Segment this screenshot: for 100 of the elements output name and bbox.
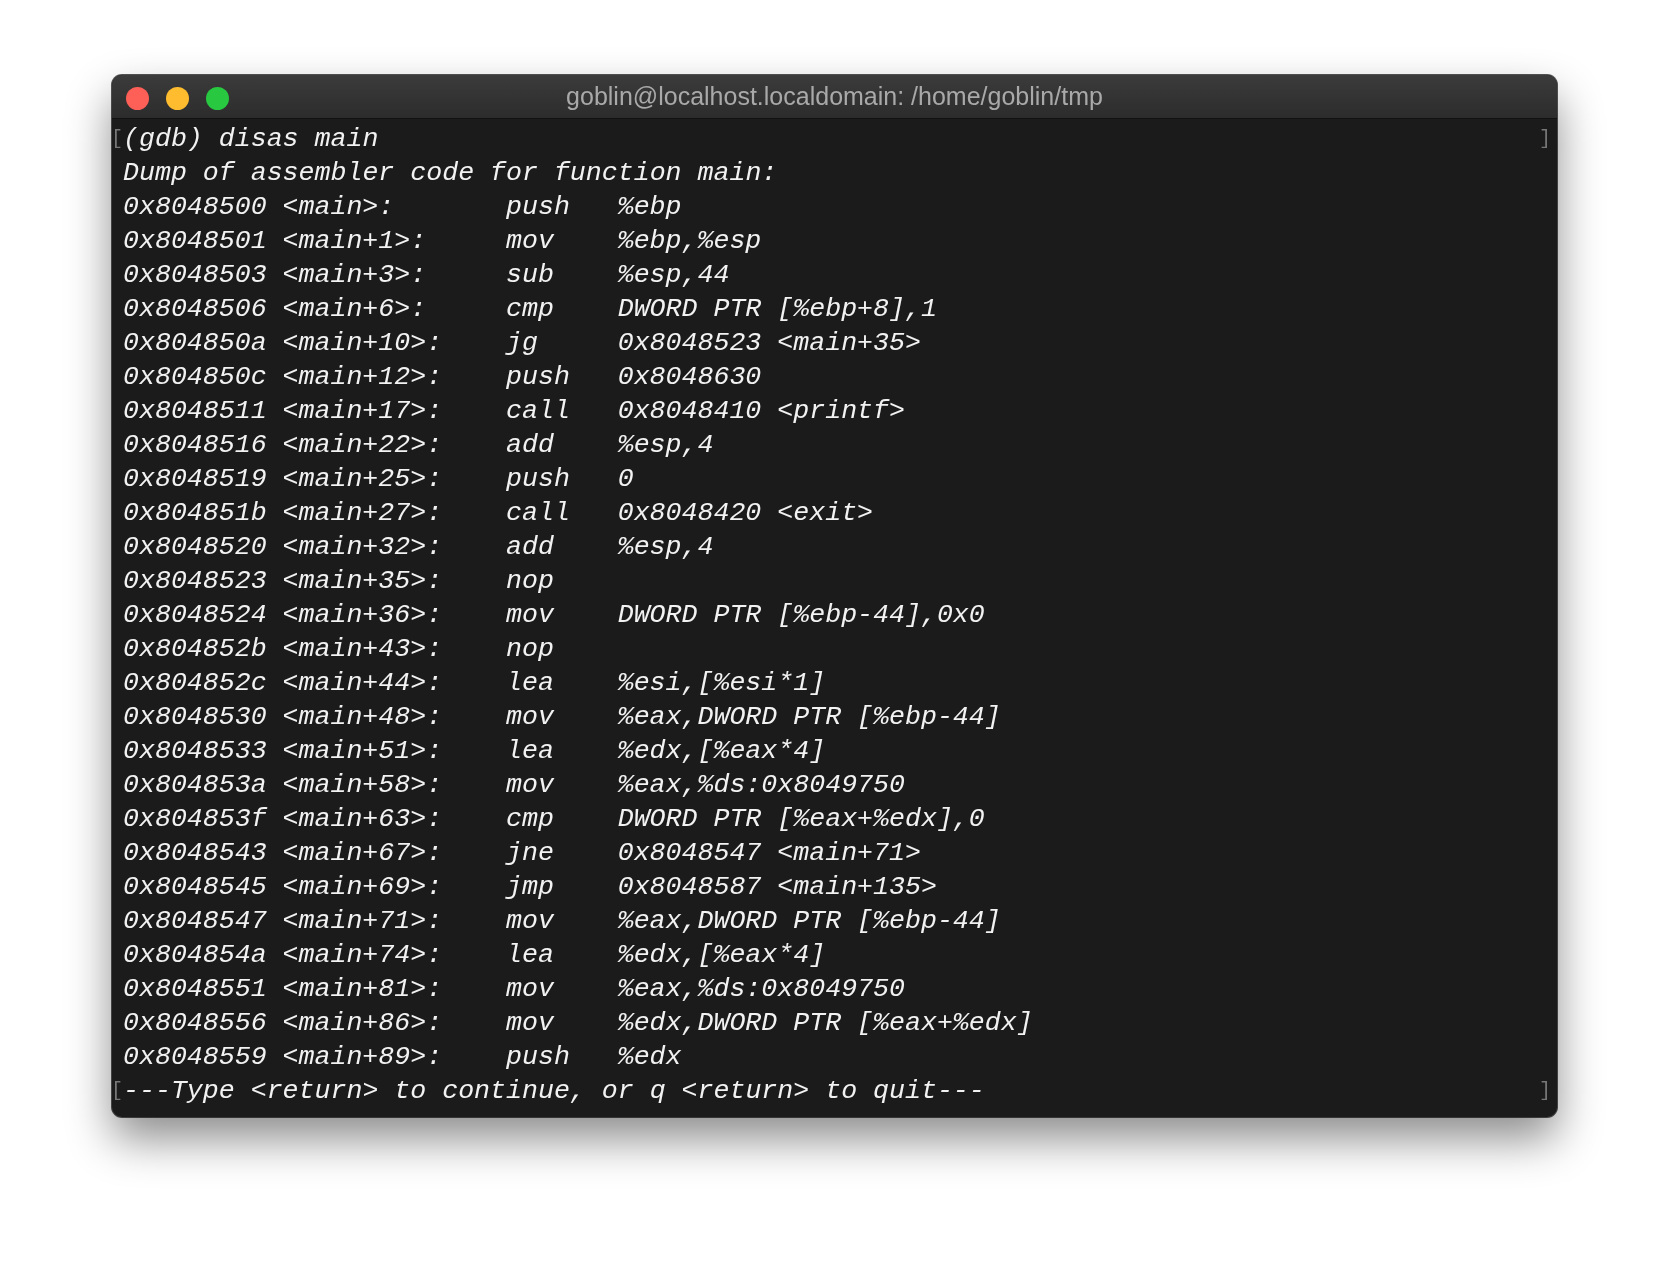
instruction-mnemonic: nop	[506, 634, 554, 664]
address: 0x8048523	[123, 566, 267, 596]
instruction-operands: %eax,DWORD PTR [%ebp-44]	[617, 701, 1001, 734]
instruction-mnemonic: mov	[506, 770, 554, 800]
bracket-mark: [	[112, 1078, 123, 1104]
symbol-label: <main+63>:	[282, 804, 443, 834]
address: 0x804852c	[123, 668, 267, 698]
address: 0x8048551	[123, 974, 267, 1004]
address: 0x8048530	[123, 702, 267, 732]
instruction-mnemonic: mov	[506, 702, 554, 732]
instruction-operands: 0x8048410 <printf>	[617, 395, 905, 428]
instruction-mnemonic: sub	[506, 260, 554, 290]
instruction-mnemonic: mov	[506, 1008, 554, 1038]
instruction-mnemonic: mov	[506, 600, 554, 630]
address: 0x8048556	[123, 1008, 267, 1038]
instruction-operands: %edx,[%eax*4]	[617, 939, 826, 972]
address: 0x8048506	[123, 294, 267, 324]
address: 0x8048533	[123, 736, 267, 766]
instruction-mnemonic: cmp	[506, 294, 554, 324]
instruction-mnemonic: push	[506, 192, 570, 222]
symbol-label: <main+17>:	[282, 396, 443, 426]
instruction-operands: %eax,%ds:0x8049750	[617, 973, 905, 1006]
symbol-label: <main+1>:	[282, 226, 427, 256]
symbol-label: <main+48>:	[282, 702, 443, 732]
window-title: goblin@localhost.localdomain: /home/goblin/tmp	[566, 80, 1103, 112]
instruction-mnemonic: add	[506, 430, 554, 460]
maximize-button[interactable]	[206, 87, 229, 110]
address: 0x8048543	[123, 838, 267, 868]
symbol-label: <main+67>:	[282, 838, 443, 868]
instruction-operands: %edx,DWORD PTR [%eax+%edx]	[617, 1007, 1033, 1040]
instruction-operands: %edx	[617, 1041, 682, 1074]
symbol-label: <main+22>:	[282, 430, 443, 460]
address: 0x8048503	[123, 260, 267, 290]
instruction-operands: 0x8048420 <exit>	[617, 497, 874, 530]
instruction-mnemonic: mov	[506, 974, 554, 1004]
symbol-label: <main+71>:	[282, 906, 443, 936]
terminal-line: Dump of assembler code for function main:	[123, 157, 778, 190]
instruction-operands: 0x8048587 <main+135>	[617, 871, 937, 904]
instruction-operands: DWORD PTR [%eax+%edx],0	[617, 803, 985, 836]
close-button[interactable]	[126, 87, 149, 110]
instruction-mnemonic: call	[506, 498, 570, 528]
instruction-mnemonic: jg	[506, 328, 538, 358]
symbol-label: <main+81>:	[282, 974, 443, 1004]
address: 0x8048500	[123, 192, 267, 222]
bracket-mark: ]	[1539, 1078, 1551, 1104]
address: 0x804853a	[123, 770, 267, 800]
symbol-label: <main+32>:	[282, 532, 443, 562]
instruction-mnemonic: add	[506, 532, 554, 562]
instruction-operands: %esp,44	[617, 259, 730, 292]
symbol-label: <main+36>:	[282, 600, 443, 630]
address: 0x8048524	[123, 600, 267, 630]
address: 0x804850a	[123, 328, 267, 358]
instruction-mnemonic: push	[506, 464, 570, 494]
symbol-label: <main+86>:	[282, 1008, 443, 1038]
symbol-label: <main+3>:	[282, 260, 427, 290]
instruction-mnemonic: jmp	[506, 872, 554, 902]
terminal-line: ---Type <return> to continue, or q <return> to quit---	[123, 1075, 985, 1108]
instruction-mnemonic: lea	[506, 668, 554, 698]
address: 0x8048545	[123, 872, 267, 902]
symbol-label: <main+74>:	[282, 940, 443, 970]
symbol-label: <main+35>:	[282, 566, 443, 596]
instruction-operands: %eax,%ds:0x8049750	[617, 769, 905, 802]
symbol-label: <main+25>:	[282, 464, 443, 494]
symbol-label: <main+51>:	[282, 736, 443, 766]
symbol-label: <main>:	[282, 192, 395, 222]
address: 0x8048520	[123, 532, 267, 562]
instruction-mnemonic: nop	[506, 566, 554, 596]
instruction-mnemonic: push	[506, 362, 570, 392]
address: 0x804852b	[123, 634, 267, 664]
instruction-operands: %esp,4	[617, 429, 714, 462]
address: 0x804854a	[123, 940, 267, 970]
instruction-operands: %ebp	[617, 191, 682, 224]
instruction-operands: %edx,[%eax*4]	[617, 735, 826, 768]
instruction-operands: %esi,[%esi*1]	[617, 667, 826, 700]
bracket-mark: ]	[1539, 126, 1551, 152]
instruction-operands: 0x8048523 <main+35>	[617, 327, 921, 360]
bracket-mark: [	[112, 126, 123, 152]
symbol-label: <main+58>:	[282, 770, 443, 800]
minimize-button[interactable]	[166, 87, 189, 110]
symbol-label: <main+43>:	[282, 634, 443, 664]
symbol-label: <main+6>:	[282, 294, 427, 324]
symbol-label: <main+44>:	[282, 668, 443, 698]
symbol-label: <main+89>:	[282, 1042, 443, 1072]
address: 0x8048559	[123, 1042, 267, 1072]
terminal-line: (gdb) disas main	[123, 123, 379, 156]
instruction-operands: DWORD PTR [%ebp-44],0x0	[617, 599, 985, 632]
instruction-mnemonic: push	[506, 1042, 570, 1072]
instruction-mnemonic: lea	[506, 940, 554, 970]
instruction-mnemonic: lea	[506, 736, 554, 766]
address: 0x804850c	[123, 362, 267, 392]
address: 0x8048516	[123, 430, 267, 460]
instruction-operands: 0	[617, 463, 634, 496]
instruction-mnemonic: jne	[506, 838, 554, 868]
instruction-mnemonic: call	[506, 396, 570, 426]
address: 0x804853f	[123, 804, 267, 834]
instruction-operands: %ebp,%esp	[617, 225, 762, 258]
symbol-label: <main+10>:	[282, 328, 443, 358]
address: 0x8048511	[123, 396, 267, 426]
address: 0x8048547	[123, 906, 267, 936]
address: 0x8048501	[123, 226, 267, 256]
